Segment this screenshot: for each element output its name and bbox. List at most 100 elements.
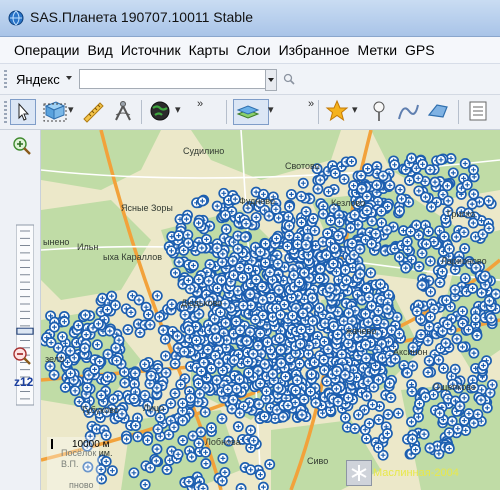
placemark-icon[interactable]	[429, 176, 441, 188]
placemark-icon[interactable]	[91, 339, 103, 351]
placemark-icon[interactable]	[169, 267, 181, 279]
placemark-icon[interactable]	[368, 381, 380, 393]
search-history-dropdown[interactable]	[265, 69, 277, 91]
placemark-icon[interactable]	[461, 179, 473, 191]
placemark-icon[interactable]	[424, 442, 436, 454]
placemark-icon[interactable]	[228, 354, 240, 366]
placemark-icon[interactable]	[274, 332, 286, 344]
placemark-icon[interactable]	[434, 407, 446, 419]
placemark-icon[interactable]	[401, 236, 413, 248]
compass-button[interactable]	[110, 99, 136, 123]
placemark-icon[interactable]	[443, 243, 455, 255]
placemark-icon[interactable]	[486, 379, 498, 391]
placemark-icon[interactable]	[241, 335, 253, 347]
placemark-icon[interactable]	[178, 346, 190, 358]
add-path-button[interactable]	[395, 99, 421, 123]
placemark-icon[interactable]	[393, 328, 405, 340]
placemark-icon[interactable]	[339, 412, 351, 424]
placemark-icon[interactable]	[242, 356, 254, 368]
placemark-icon[interactable]	[442, 195, 454, 207]
placemark-icon[interactable]	[433, 354, 445, 366]
placemark-icon[interactable]	[181, 213, 192, 225]
add-placemark-button[interactable]	[366, 99, 392, 123]
placemark-icon[interactable]	[220, 317, 232, 329]
placemark-icon[interactable]	[198, 357, 210, 369]
placemark-icon[interactable]	[353, 409, 364, 421]
placemark-icon[interactable]	[272, 258, 284, 270]
add-polygon-button[interactable]	[425, 99, 451, 123]
placemark-icon[interactable]	[237, 272, 249, 284]
placemark-icon[interactable]	[106, 290, 118, 302]
placemark-icon[interactable]	[293, 276, 305, 288]
menu-maps[interactable]: Карты	[185, 42, 233, 58]
favorites-button[interactable]	[324, 99, 350, 123]
map-view[interactable]: Судилино Свотово Ясные Зоры Фуднево Кезл…	[41, 130, 500, 490]
placemark-icon[interactable]	[365, 267, 377, 279]
placemark-icon[interactable]	[275, 344, 287, 356]
placemark-icon[interactable]	[254, 328, 266, 339]
placemark-icon[interactable]	[261, 385, 272, 397]
search-icon[interactable]	[283, 73, 295, 85]
placemark-icon[interactable]	[243, 263, 255, 275]
placemark-icon[interactable]	[282, 400, 294, 411]
placemark-icon[interactable]	[459, 243, 471, 254]
placemark-icon[interactable]	[250, 274, 262, 285]
placemark-icon[interactable]	[161, 464, 173, 476]
placemark-icon[interactable]	[405, 226, 417, 238]
placemark-icon[interactable]	[454, 400, 466, 412]
placemark-icon[interactable]	[298, 394, 310, 405]
placemark-icon[interactable]	[322, 343, 334, 355]
placemark-icon[interactable]	[211, 200, 223, 212]
menu-view[interactable]: Вид	[84, 42, 117, 58]
placemark-icon[interactable]	[385, 392, 397, 404]
placemark-icon[interactable]	[182, 237, 194, 249]
placemark-icon[interactable]	[95, 389, 107, 401]
zoom-slider[interactable]	[16, 162, 34, 468]
placemark-icon[interactable]	[468, 164, 479, 176]
placemark-icon[interactable]	[468, 417, 480, 429]
marks-manager-button[interactable]	[466, 99, 492, 123]
select-region-button[interactable]	[42, 99, 68, 123]
placemark-icon[interactable]	[416, 247, 428, 259]
placemark-icon[interactable]	[275, 357, 287, 369]
placemark-icon[interactable]	[425, 201, 437, 213]
placemark-icon[interactable]	[254, 378, 266, 389]
placemark-icon[interactable]	[193, 217, 205, 229]
placemark-icon[interactable]	[159, 333, 171, 345]
placemark-icon[interactable]	[466, 198, 478, 210]
placemark-icon[interactable]	[227, 394, 239, 406]
placemark-icon[interactable]	[360, 339, 372, 351]
placemark-icon[interactable]	[342, 392, 354, 404]
chevron-down-icon[interactable]: ▾	[175, 103, 181, 116]
placemark-icon[interactable]	[440, 337, 452, 349]
placemark-icon[interactable]	[314, 263, 326, 275]
placemark-icon[interactable]	[228, 269, 240, 281]
placemark-icon[interactable]	[125, 306, 137, 318]
placemark-icon[interactable]	[371, 315, 383, 326]
placemark-icon[interactable]	[173, 230, 185, 242]
placemark-icon[interactable]	[219, 209, 231, 221]
placemark-icon[interactable]	[412, 172, 424, 184]
placemark-icon[interactable]	[313, 302, 325, 314]
placemark-icon[interactable]	[232, 243, 244, 255]
search-engine-select[interactable]: Яндекс	[16, 72, 60, 87]
placemark-icon[interactable]	[477, 360, 489, 371]
placemark-icon[interactable]	[424, 164, 436, 176]
placemark-icon[interactable]	[271, 233, 282, 244]
placemark-icon[interactable]	[481, 402, 493, 414]
placemark-icon[interactable]	[260, 238, 271, 250]
toolbar-overflow-icon[interactable]: »	[197, 98, 203, 110]
placemark-icon[interactable]	[449, 363, 461, 375]
pointer-tool-button[interactable]	[10, 99, 36, 125]
placemark-icon[interactable]	[294, 338, 306, 350]
placemark-icon[interactable]	[139, 358, 151, 370]
placemark-icon[interactable]	[291, 374, 303, 386]
placemark-icon[interactable]	[187, 260, 199, 271]
placemark-icon[interactable]	[360, 352, 372, 364]
placemark-icon[interactable]	[262, 336, 273, 348]
placemark-icon[interactable]	[374, 278, 386, 290]
placemark-icon[interactable]	[420, 191, 431, 203]
placemark-icon[interactable]	[253, 398, 265, 410]
placemark-icon[interactable]	[341, 274, 352, 286]
placemark-icon[interactable]	[354, 268, 366, 280]
